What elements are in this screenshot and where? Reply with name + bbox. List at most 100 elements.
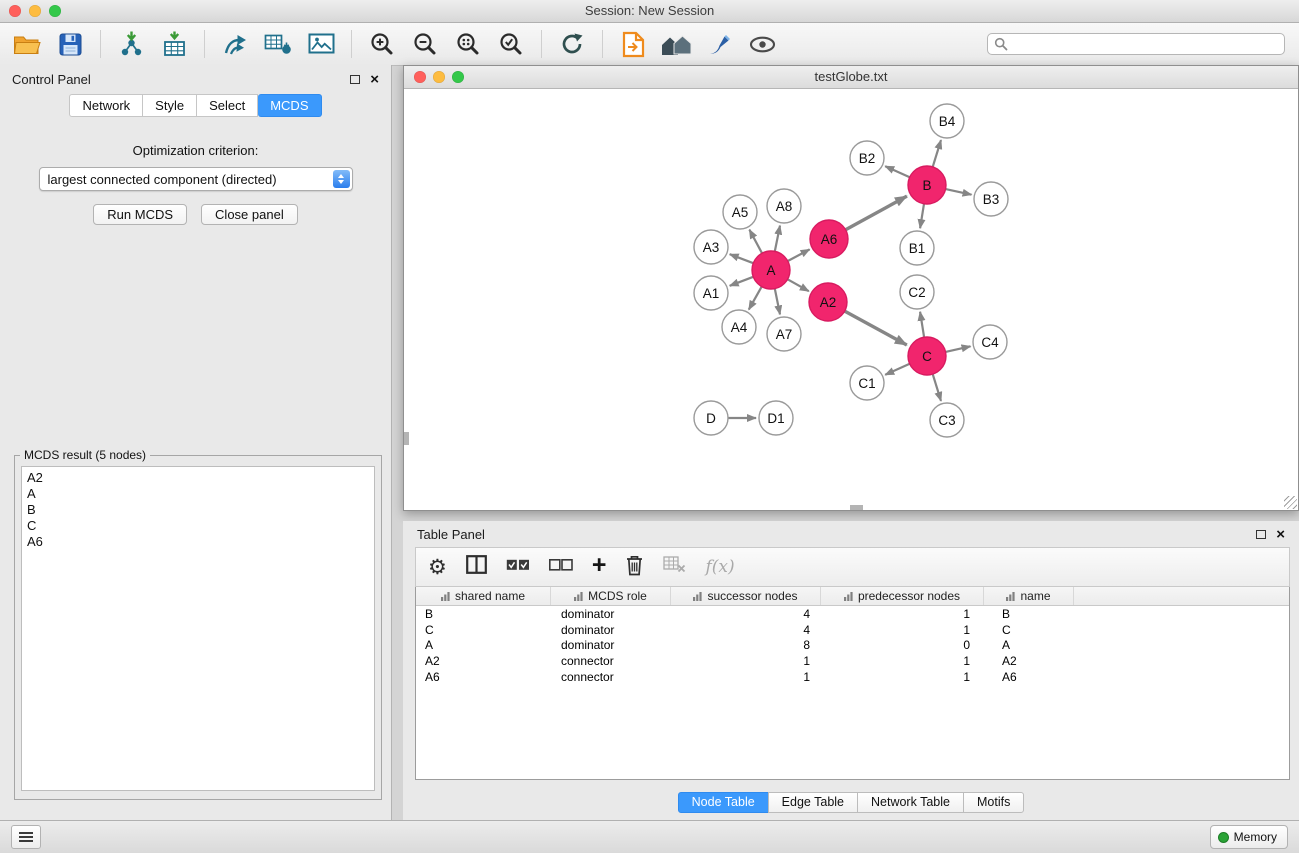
graph-node-A6[interactable]: A6: [810, 220, 848, 258]
table-row[interactable]: A6connector11A6: [416, 669, 1289, 685]
zoom-fit-button[interactable]: [451, 28, 485, 60]
column-header-MCDS-role[interactable]: MCDS role: [551, 587, 671, 605]
tab-motifs[interactable]: Motifs: [963, 792, 1024, 813]
function-builder-button-disabled[interactable]: f(x): [705, 557, 734, 577]
annotation-button[interactable]: [702, 28, 736, 60]
tab-network[interactable]: Network: [69, 94, 143, 117]
close-table-panel-icon[interactable]: ×: [1276, 527, 1285, 542]
graph-node-B3[interactable]: B3: [974, 182, 1008, 216]
zoom-in-button[interactable]: [365, 28, 399, 60]
graph-node-A3[interactable]: A3: [694, 230, 728, 264]
graph-edge-A-A4[interactable]: [749, 287, 762, 310]
graph-edge-C-C3[interactable]: [933, 374, 941, 401]
graph-edge-A-A8[interactable]: [775, 226, 780, 252]
graph-edge-A-A3[interactable]: [730, 254, 754, 263]
mcds-result-item[interactable]: A2: [22, 470, 374, 486]
network-zoom-button[interactable]: [452, 71, 464, 83]
graph-edge-A6-B[interactable]: [846, 196, 907, 230]
graph-node-C1[interactable]: C1: [850, 366, 884, 400]
graph-node-D[interactable]: D: [694, 401, 728, 435]
home-button[interactable]: [659, 28, 693, 60]
graph-edge-A-A5[interactable]: [749, 230, 762, 254]
toggle-graphics-button[interactable]: [745, 28, 779, 60]
table-row[interactable]: Adominator80A: [416, 638, 1289, 654]
tab-node-table[interactable]: Node Table: [678, 792, 769, 813]
unselect-all-columns-button[interactable]: [549, 558, 573, 576]
network-minimize-button[interactable]: [433, 71, 445, 83]
graph-edge-B-B3[interactable]: [946, 189, 972, 195]
close-panel-button[interactable]: Close panel: [201, 204, 298, 225]
graph-node-A1[interactable]: A1: [694, 276, 728, 310]
import-network-button[interactable]: [114, 28, 148, 60]
float-table-panel-button[interactable]: [1256, 527, 1266, 542]
graph-node-C4[interactable]: C4: [973, 325, 1007, 359]
open-session-button[interactable]: [10, 28, 44, 60]
table-settings-button[interactable]: ⚙: [428, 557, 447, 578]
delete-table-button-disabled[interactable]: [663, 556, 686, 578]
graph-edge-A-A6[interactable]: [788, 249, 810, 261]
show-columns-button[interactable]: [466, 555, 487, 579]
memory-button[interactable]: Memory: [1210, 825, 1288, 849]
add-column-button[interactable]: +: [592, 553, 607, 578]
search-field[interactable]: [987, 33, 1285, 55]
tab-edge-table[interactable]: Edge Table: [768, 792, 858, 813]
graph-edge-A-A2[interactable]: [788, 279, 809, 291]
network-close-button[interactable]: [414, 71, 426, 83]
export-table-button[interactable]: [261, 28, 295, 60]
tab-network-table[interactable]: Network Table: [857, 792, 964, 813]
graph-edge-A2-C[interactable]: [845, 311, 907, 345]
graph-edge-C-C1[interactable]: [885, 364, 910, 375]
select-all-columns-button[interactable]: [506, 558, 530, 576]
graph-node-A4[interactable]: A4: [722, 310, 756, 344]
column-header-predecessor-nodes[interactable]: predecessor nodes: [821, 587, 984, 605]
graph-edge-C-C4[interactable]: [946, 346, 971, 352]
graph-edge-A-A7[interactable]: [775, 289, 780, 315]
network-window-titlebar[interactable]: testGlobe.txt: [404, 66, 1298, 89]
graph-edge-C-C2[interactable]: [920, 312, 924, 337]
tab-select[interactable]: Select: [197, 94, 258, 117]
mcds-result-item[interactable]: B: [22, 502, 374, 518]
graph-node-A2[interactable]: A2: [809, 283, 847, 321]
search-input[interactable]: [987, 33, 1285, 55]
apply-layout-button[interactable]: [555, 28, 589, 60]
delete-column-button[interactable]: [625, 554, 644, 581]
graph-node-C2[interactable]: C2: [900, 275, 934, 309]
graph-node-B4[interactable]: B4: [930, 104, 964, 138]
export-network-button[interactable]: [218, 28, 252, 60]
first-neighbors-button[interactable]: [616, 28, 650, 60]
graph-edge-B-B4[interactable]: [933, 140, 941, 167]
graph-node-B1[interactable]: B1: [900, 231, 934, 265]
import-table-button[interactable]: [157, 28, 191, 60]
graph-edge-A-A1[interactable]: [730, 277, 754, 286]
zoom-selected-button[interactable]: [494, 28, 528, 60]
column-header-successor-nodes[interactable]: successor nodes: [671, 587, 821, 605]
network-canvas[interactable]: B4B2BB3A8A5A6A3B1AC2A1A2A4A7C4CC1C3DD1: [404, 88, 1298, 510]
column-header-shared-name[interactable]: shared name: [416, 587, 551, 605]
run-mcds-button[interactable]: Run MCDS: [93, 204, 187, 225]
table-row[interactable]: Cdominator41C: [416, 622, 1289, 638]
save-session-button[interactable]: [53, 28, 87, 60]
close-panel-icon[interactable]: ×: [370, 72, 379, 87]
graph-node-D1[interactable]: D1: [759, 401, 793, 435]
graph-edge-B-B1[interactable]: [920, 204, 924, 228]
mcds-result-item[interactable]: A: [22, 486, 374, 502]
graph-node-A[interactable]: A: [752, 251, 790, 289]
tab-style[interactable]: Style: [143, 94, 197, 117]
graph-node-A8[interactable]: A8: [767, 189, 801, 223]
tab-mcds[interactable]: MCDS: [258, 94, 321, 117]
mcds-result-item[interactable]: C: [22, 518, 374, 534]
task-history-button[interactable]: [11, 825, 41, 849]
column-header-name[interactable]: name: [984, 587, 1074, 605]
criterion-dropdown[interactable]: largest connected component (directed): [39, 167, 353, 191]
table-row[interactable]: Bdominator41B: [416, 606, 1289, 622]
export-image-button[interactable]: [304, 28, 338, 60]
graph-node-C3[interactable]: C3: [930, 403, 964, 437]
graph-node-B[interactable]: B: [908, 166, 946, 204]
graph-node-A7[interactable]: A7: [767, 317, 801, 351]
mcds-result-item[interactable]: A6: [22, 534, 374, 550]
resize-grip-icon[interactable]: [1284, 496, 1297, 509]
graph-edge-B-B2[interactable]: [885, 166, 910, 177]
graph-node-B2[interactable]: B2: [850, 141, 884, 175]
table-row[interactable]: A2connector11A2: [416, 653, 1289, 669]
graph-node-A5[interactable]: A5: [723, 195, 757, 229]
